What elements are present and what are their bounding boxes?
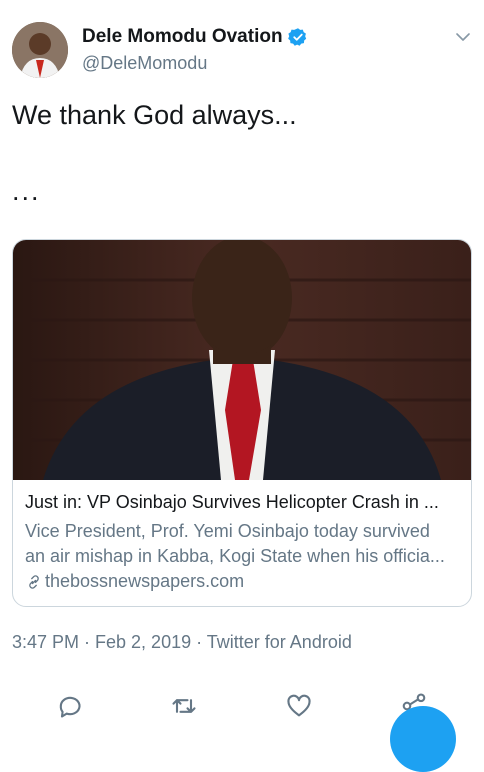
card-domain[interactable]: thebossnewspapers.com [25,571,244,592]
link-preview-card[interactable]: Just in: VP Osinbajo Survives Helicopter… [12,239,472,607]
compose-fab-button[interactable] [390,706,456,772]
chevron-down-icon[interactable] [454,28,472,46]
tweet-text-ellipsis: ... [12,176,41,206]
card-description: Vice President, Prof. Yemi Osinbajo toda… [25,519,461,569]
display-name[interactable]: Dele Momodu Ovation [82,26,283,48]
retweet-icon[interactable] [170,692,198,720]
avatar[interactable] [12,22,68,78]
link-icon [29,574,39,589]
card-description-line-1: Vice President, Prof. Yemi Osinbajo toda… [25,521,430,541]
card-description-line-2: an air mishap in Kabba, Kogi State when … [25,546,445,566]
tweet-timestamp[interactable]: 3:47 PM · Feb 2, 2019 · Twitter for Andr… [12,632,352,653]
user-handle[interactable]: @DeleMomodu [82,53,207,74]
name-row: Dele Momodu Ovation [82,26,308,48]
card-domain-text: thebossnewspapers.com [45,571,245,591]
tweet-header: Dele Momodu Ovation @DeleMomodu [12,22,472,80]
card-title[interactable]: Just in: VP Osinbajo Survives Helicopter… [25,492,461,513]
verified-badge-icon [287,28,306,46]
tweet-text: We thank God always... [12,100,297,130]
heart-icon[interactable] [285,692,313,720]
reply-icon[interactable] [55,692,83,720]
card-image [13,240,471,480]
